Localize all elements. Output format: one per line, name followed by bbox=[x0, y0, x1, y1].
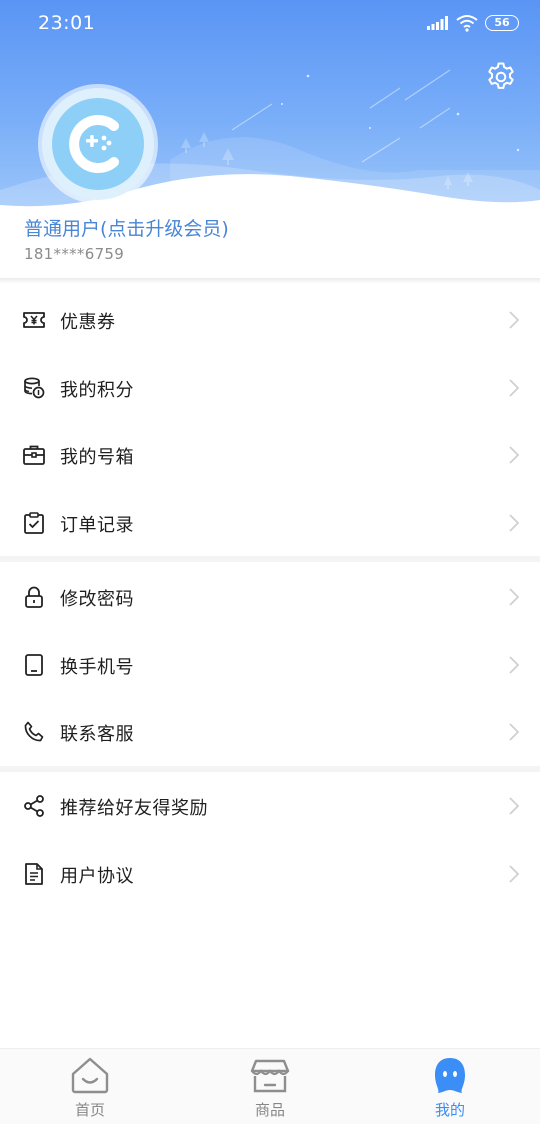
menu-item-points[interactable]: 我的积分 bbox=[0, 353, 540, 421]
section-shadow bbox=[0, 278, 540, 284]
menu-item-orders[interactable]: 订单记录 bbox=[0, 488, 540, 556]
tab-home-label: 首页 bbox=[74, 1101, 105, 1119]
avatar-inner bbox=[52, 98, 144, 190]
tab-mine-label: 我的 bbox=[434, 1101, 465, 1119]
menu-label: 推荐给好友得奖励 bbox=[60, 798, 208, 819]
menu-item-refer-friends[interactable]: 推荐给好友得奖励 bbox=[0, 772, 540, 840]
menu-label: 我的积分 bbox=[60, 379, 134, 401]
clipboard-check-icon bbox=[24, 511, 44, 534]
profile-header: 23:01 56 bbox=[0, 0, 540, 210]
menu-label: 联系客服 bbox=[60, 724, 134, 745]
gamepad-logo-icon bbox=[69, 115, 119, 173]
menu-group-security: 修改密码 换手机号 联系客服 bbox=[0, 563, 540, 766]
menu-group-account: 优惠券 我的积分 我的号箱 订单记录 bbox=[0, 286, 540, 556]
chevron-right-icon bbox=[509, 655, 520, 674]
status-bar: 23:01 56 bbox=[0, 0, 540, 48]
lock-icon bbox=[25, 586, 43, 608]
battery-indicator: 56 bbox=[485, 15, 519, 31]
bottom-tab-bar: 首页 商品 我的 bbox=[0, 1048, 540, 1124]
tab-products[interactable]: 商品 bbox=[220, 1049, 320, 1124]
coins-icon bbox=[24, 377, 45, 398]
avatar[interactable] bbox=[42, 88, 154, 200]
tab-mine[interactable]: 我的 bbox=[400, 1049, 500, 1124]
menu-label: 修改密码 bbox=[60, 589, 134, 610]
coupon-icon bbox=[23, 312, 45, 328]
tab-products-label: 商品 bbox=[254, 1101, 285, 1119]
document-icon bbox=[25, 862, 43, 885]
tab-home[interactable]: 首页 bbox=[40, 1049, 140, 1124]
tablet-icon bbox=[25, 653, 43, 676]
menu-group-other: 推荐给好友得奖励 用户协议 bbox=[0, 772, 540, 907]
menu-item-user-agreement[interactable]: 用户协议 bbox=[0, 839, 540, 907]
profile-icon bbox=[435, 1058, 465, 1093]
section-divider bbox=[0, 556, 540, 562]
chevron-right-icon bbox=[509, 588, 520, 606]
chevron-right-icon bbox=[509, 797, 520, 815]
menu-item-change-password[interactable]: 修改密码 bbox=[0, 563, 540, 631]
menu-label: 换手机号 bbox=[60, 656, 134, 678]
share-icon bbox=[24, 795, 44, 817]
menu-label: 用户协议 bbox=[60, 865, 134, 887]
chevron-right-icon bbox=[509, 446, 520, 464]
menu-item-account-box[interactable]: 我的号箱 bbox=[0, 421, 540, 489]
menu-item-coupons[interactable]: 优惠券 bbox=[0, 286, 540, 354]
menu-item-change-phone[interactable]: 换手机号 bbox=[0, 630, 540, 698]
gear-icon[interactable] bbox=[485, 61, 517, 93]
chevron-right-icon bbox=[509, 723, 520, 741]
menu-label: 我的号箱 bbox=[60, 447, 134, 468]
briefcase-icon bbox=[23, 445, 45, 465]
chevron-right-icon bbox=[509, 864, 520, 883]
home-icon bbox=[71, 1057, 109, 1094]
signal-icon bbox=[427, 16, 448, 30]
upgrade-membership-link[interactable]: 普通用户(点击升级会员) bbox=[24, 214, 229, 241]
status-time: 23:01 bbox=[38, 12, 96, 34]
menu-item-customer-service[interactable]: 联系客服 bbox=[0, 698, 540, 766]
menu-label: 订单记录 bbox=[60, 514, 134, 536]
store-icon bbox=[250, 1059, 290, 1093]
chevron-right-icon bbox=[509, 513, 520, 532]
chevron-right-icon bbox=[509, 378, 520, 397]
phone-icon bbox=[24, 721, 44, 742]
phone-number: 181****6759 bbox=[24, 245, 125, 263]
menu-label: 优惠券 bbox=[60, 312, 116, 333]
chevron-right-icon bbox=[509, 311, 520, 329]
wifi-icon bbox=[456, 15, 478, 32]
